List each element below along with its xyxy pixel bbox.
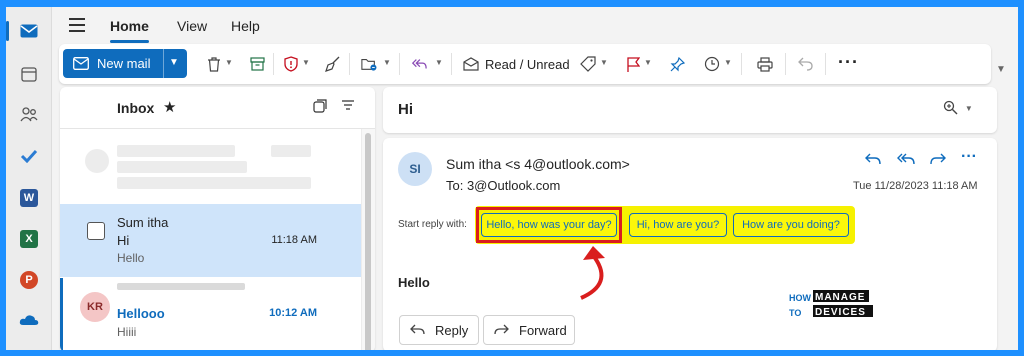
- reply-icon: [410, 322, 425, 339]
- sender-address[interactable]: Sum itha <s 4@outlook.com>: [446, 156, 630, 172]
- new-mail-button[interactable]: New mail ▼: [63, 49, 187, 78]
- pin-icon[interactable]: [669, 56, 685, 72]
- reply-icon[interactable]: [865, 152, 881, 169]
- svg-text:HOW: HOW: [789, 293, 812, 303]
- recipient-address[interactable]: To: 3@Outlook.com: [446, 178, 560, 193]
- move-dropdown-icon[interactable]: ▼: [383, 58, 391, 67]
- favorite-star-icon[interactable]: ★: [163, 98, 176, 116]
- inbox-header: Inbox ★: [60, 87, 375, 129]
- reply-all-icon[interactable]: [897, 152, 915, 169]
- list-item[interactable]: KR Hellooo 10:12 AM Hiiii: [60, 278, 361, 350]
- howtomanage-watermark-logo: HOW MANAGE TO DEVICES: [787, 289, 903, 321]
- redacted-sender: [117, 283, 245, 290]
- select-mode-icon[interactable]: [313, 99, 327, 116]
- expand-ribbon-icon[interactable]: ▼: [996, 64, 1006, 75]
- svg-text:DEVICES: DEVICES: [815, 307, 866, 318]
- reply-button-label: Reply: [435, 322, 469, 338]
- mail-icon: [73, 57, 89, 70]
- calendar-app-icon[interactable]: [17, 62, 41, 86]
- snooze-clock-icon[interactable]: [704, 56, 720, 72]
- app-rail: W X P: [6, 7, 52, 350]
- avatar: SI: [398, 152, 432, 186]
- delete-dropdown-icon[interactable]: ▼: [225, 58, 233, 67]
- scrollbar-thumb[interactable]: [365, 133, 371, 350]
- onedrive-app-icon[interactable]: [17, 308, 41, 332]
- undo-icon[interactable]: [797, 56, 813, 72]
- mail-app-icon[interactable]: [6, 19, 41, 43]
- print-icon[interactable]: [757, 56, 773, 72]
- unread-indicator: [60, 278, 63, 350]
- message-list-pane: Inbox ★ Sum itha Hi 11:18 AM Hello KR He…: [60, 87, 375, 350]
- hamburger-menu-icon[interactable]: [69, 18, 85, 32]
- scrollbar[interactable]: [361, 129, 375, 350]
- more-actions-icon[interactable]: ···: [961, 148, 977, 166]
- message-preview: Hiiii: [117, 325, 137, 339]
- delete-icon[interactable]: [206, 56, 222, 72]
- read-unread-button[interactable]: Read / Unread: [485, 57, 570, 72]
- report-dropdown-icon[interactable]: ▼: [302, 58, 310, 67]
- inbox-title: Inbox: [117, 100, 155, 116]
- envelope-open-icon[interactable]: [463, 56, 479, 72]
- suggested-reply-chip[interactable]: How are you doing?: [733, 213, 849, 237]
- flag-dropdown-icon[interactable]: ▼: [644, 58, 652, 67]
- filter-icon[interactable]: [341, 99, 355, 114]
- reading-pane: SI Sum itha <s 4@outlook.com> To: 3@Outl…: [383, 138, 997, 350]
- avatar: KR: [80, 292, 110, 322]
- tab-help[interactable]: Help: [231, 18, 260, 34]
- reply-all-icon[interactable]: [411, 56, 427, 72]
- todo-app-icon[interactable]: [17, 144, 41, 168]
- tab-home[interactable]: Home: [110, 18, 149, 43]
- flag-icon[interactable]: [625, 56, 641, 72]
- people-app-icon[interactable]: [17, 102, 41, 126]
- top-nav: Home View Help: [52, 7, 1018, 45]
- list-item[interactable]: Sum itha Hi 11:18 AM Hello: [60, 204, 361, 277]
- email-subject: Hi: [398, 101, 413, 118]
- svg-text:MANAGE: MANAGE: [815, 292, 865, 303]
- ribbon-toolbar: New mail ▼ ▼ ▼ ▼ ▼ Read / Unread ▼ ▼ ▼ ·…: [59, 44, 991, 84]
- reply-button[interactable]: Reply: [399, 315, 479, 345]
- message-subject: Hellooo: [117, 306, 165, 321]
- tag-icon[interactable]: [580, 56, 596, 72]
- report-shield-icon[interactable]: [283, 56, 299, 72]
- email-body: Hello: [398, 275, 430, 290]
- move-to-folder-icon[interactable]: [361, 56, 377, 72]
- suggested-reply-chip[interactable]: Hi, how are you?: [629, 213, 727, 237]
- message-preview: Hello: [117, 251, 145, 265]
- forward-button-label: Forward: [519, 322, 567, 338]
- subject-header: Hi ▼: [383, 87, 997, 133]
- archive-icon[interactable]: [249, 56, 265, 72]
- message-sender: Sum itha: [117, 215, 169, 230]
- outlook-window: W X P Home View Help New mail ▼ ▼ ▼ ▼ ▼ …: [6, 7, 1018, 350]
- sweep-broom-icon[interactable]: [325, 56, 341, 72]
- svg-text:TO: TO: [789, 308, 801, 318]
- word-app-icon[interactable]: W: [17, 186, 41, 210]
- forward-button[interactable]: Forward: [483, 315, 575, 345]
- snooze-dropdown-icon[interactable]: ▼: [724, 58, 732, 67]
- tab-view[interactable]: View: [177, 18, 207, 34]
- powerpoint-app-icon[interactable]: P: [17, 268, 41, 292]
- new-mail-label: New mail: [97, 56, 151, 71]
- forward-icon[interactable]: [930, 152, 946, 169]
- email-date: Tue 11/28/2023 11:18 AM: [853, 180, 978, 192]
- start-reply-label: Start reply with:: [398, 219, 467, 230]
- new-mail-dropdown-icon[interactable]: ▼: [169, 57, 179, 68]
- annotation-highlight-box: [476, 207, 622, 243]
- forward-icon: [494, 322, 509, 339]
- excel-app-icon[interactable]: X: [17, 227, 41, 251]
- message-subject: Hi: [117, 233, 130, 248]
- message-time: 11:18 AM: [271, 234, 317, 246]
- respond-dropdown-icon[interactable]: ▼: [435, 58, 443, 67]
- tag-dropdown-icon[interactable]: ▼: [600, 58, 608, 67]
- zoom-icon[interactable]: ▼: [943, 100, 973, 118]
- message-time: 10:12 AM: [269, 307, 317, 319]
- annotation-arrow-icon: [580, 246, 605, 300]
- more-options-icon[interactable]: ···: [838, 52, 859, 73]
- select-message-checkbox[interactable]: [87, 222, 105, 240]
